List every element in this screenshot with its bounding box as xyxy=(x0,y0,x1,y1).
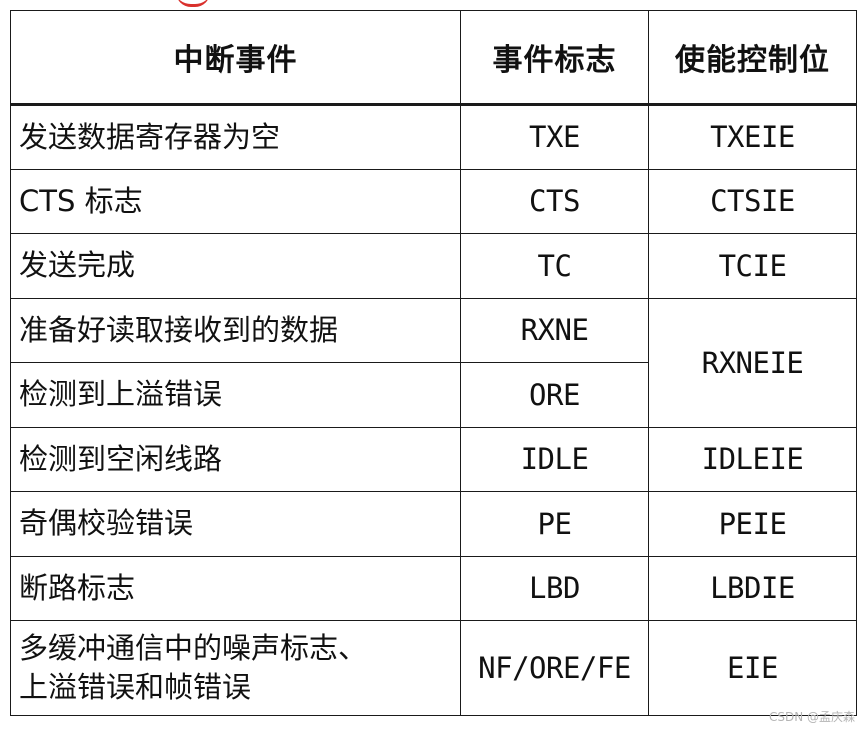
header-event-flag: 事件标志 xyxy=(460,10,649,106)
flag-cell: TC xyxy=(460,233,649,299)
header-enable-bit: 使能控制位 xyxy=(648,10,857,106)
table-header-row: 中断事件 事件标志 使能控制位 xyxy=(10,10,857,106)
header-interrupt-event: 中断事件 xyxy=(10,10,461,106)
enable-cell: TCIE xyxy=(648,233,857,299)
red-annotation-mark xyxy=(176,0,210,7)
table-row: 发送数据寄存器为空 TXE TXEIE xyxy=(10,104,857,170)
flag-cell: IDLE xyxy=(460,426,649,492)
interrupt-event-table: 中断事件 事件标志 使能控制位 发送数据寄存器为空 TXE TXEIE CTS … xyxy=(10,10,857,716)
event-cell-multiline: 多缓冲通信中的噪声标志、 上溢错误和帧错误 xyxy=(10,620,461,716)
enable-cell: IDLEIE xyxy=(648,426,857,492)
event-cell: 检测到空闲线路 xyxy=(10,426,461,492)
event-cell: 发送完成 xyxy=(10,233,461,299)
event-cell: 奇偶校验错误 xyxy=(10,491,461,557)
table-row: 发送完成 TC TCIE xyxy=(10,233,857,299)
flag-cell: RXNE xyxy=(460,297,649,363)
flag-cell: TXE xyxy=(460,104,649,170)
enable-cell: LBDIE xyxy=(648,555,857,621)
event-cell: 断路标志 xyxy=(10,555,461,621)
enable-cell: EIE xyxy=(648,620,857,716)
event-cell: 检测到上溢错误 xyxy=(10,362,461,428)
table-row: 检测到空闲线路 IDLE IDLEIE xyxy=(10,426,857,492)
flag-cell: NF/ORE/FE xyxy=(460,620,649,716)
enable-cell: PEIE xyxy=(648,491,857,557)
event-text-line2: 上溢错误和帧错误 xyxy=(19,670,252,704)
event-cell: CTS 标志 xyxy=(10,168,461,234)
enable-cell-merged: RXNEIE xyxy=(648,297,857,428)
event-cell: 发送数据寄存器为空 xyxy=(10,104,461,170)
table-row: 断路标志 LBD LBDIE xyxy=(10,555,857,621)
enable-cell: TXEIE xyxy=(648,104,857,170)
table-row: 多缓冲通信中的噪声标志、 上溢错误和帧错误 NF/ORE/FE EIE xyxy=(10,620,857,716)
table-row: CTS 标志 CTS CTSIE xyxy=(10,168,857,234)
flag-cell: PE xyxy=(460,491,649,557)
flag-cell: ORE xyxy=(460,362,649,428)
table-row: 准备好读取接收到的数据 RXNE RXNEIE xyxy=(10,297,857,428)
flag-cell: LBD xyxy=(460,555,649,621)
enable-cell: CTSIE xyxy=(648,168,857,234)
event-cell: 准备好读取接收到的数据 xyxy=(10,297,461,363)
flag-cell: CTS xyxy=(460,168,649,234)
watermark: CSDN @孟庆森 xyxy=(768,710,855,724)
table-row: 奇偶校验错误 PE PEIE xyxy=(10,491,857,557)
event-text-line1: 多缓冲通信中的噪声标志、 xyxy=(19,631,368,665)
